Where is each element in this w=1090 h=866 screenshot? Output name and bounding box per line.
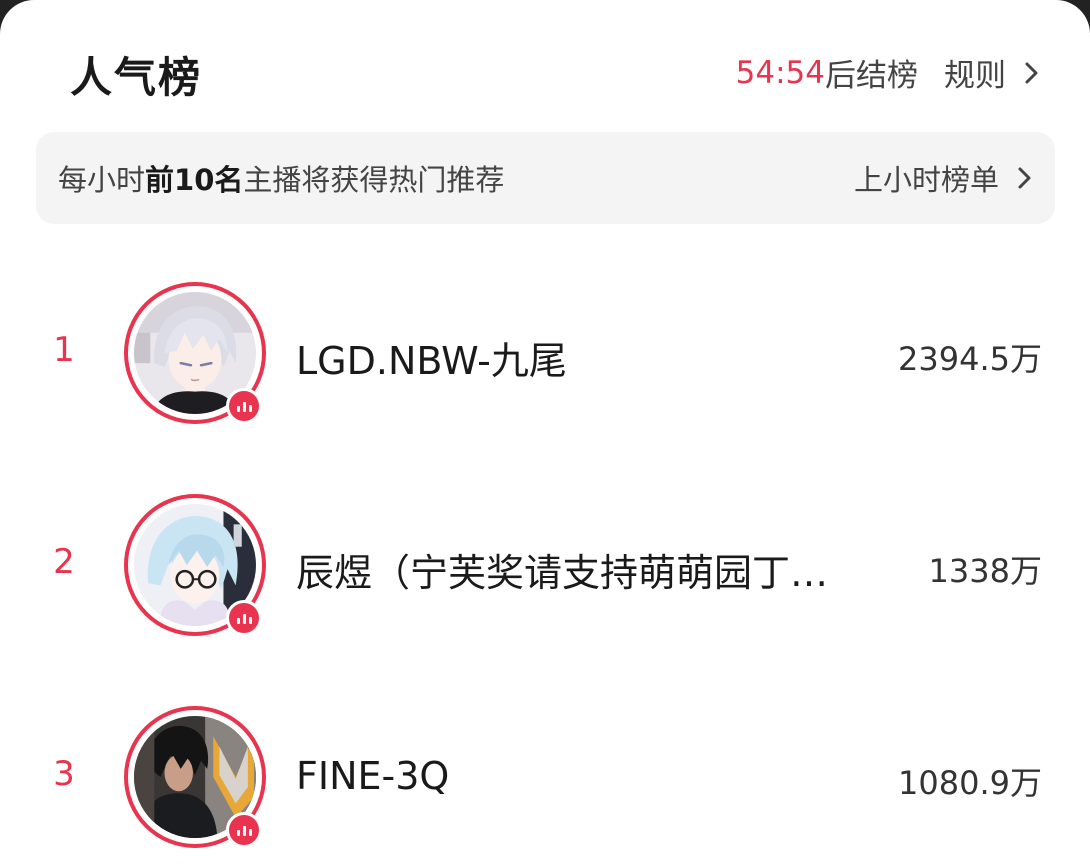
rank-number: 3 (53, 754, 75, 794)
live-icon (226, 388, 262, 424)
avatar-container[interactable] (124, 494, 266, 636)
popularity-score: 1338万 (928, 552, 1042, 590)
banner-text-prefix: 每小时 (58, 163, 146, 197)
rules-link[interactable]: 规则 (944, 50, 1044, 95)
header: 人气榜 54:54 后结榜 规则 (0, 0, 1090, 132)
streamer-name: FINE-3Q (296, 754, 450, 798)
rank-number: 2 (53, 542, 75, 582)
live-icon (226, 812, 262, 848)
banner-text: 每小时前10名主播将获得热门推荐 (58, 157, 504, 199)
banner-text-suffix: 主播将获得热门推荐 (243, 163, 505, 197)
rules-label: 规则 (944, 58, 1006, 94)
ranking-row[interactable]: 3 FINE-3Q 1080.9万 (0, 674, 1090, 864)
avatar-container[interactable] (124, 282, 266, 424)
last-hour-ranking-label: 上小时榜单 (853, 163, 999, 197)
popularity-ranking-sheet: 人气榜 54:54 后结榜 规则 每小时前10名主播将获得热门推荐 上小时榜单 … (0, 0, 1090, 866)
popularity-score: 1080.9万 (898, 764, 1042, 802)
live-icon (226, 600, 262, 636)
ranking-row[interactable]: 1 LGD.NBW-九尾 2394.5万 (0, 250, 1090, 440)
ranking-row[interactable]: 2 辰煜（宁芙奖请支持萌萌园丁… 1338万 (0, 462, 1090, 652)
top10-banner: 每小时前10名主播将获得热门推荐 上小时榜单 (36, 132, 1055, 224)
streamer-name: LGD.NBW-九尾 (296, 339, 567, 383)
countdown-timer: 54:54 (735, 54, 825, 91)
last-hour-ranking-link[interactable]: 上小时榜单 (854, 157, 1037, 199)
avatar-container[interactable] (124, 706, 266, 848)
streamer-name: 辰煜（宁芙奖请支持萌萌园丁… (296, 551, 829, 595)
header-right: 54:54 后结榜 规则 (736, 50, 1044, 95)
page-title: 人气榜 (70, 53, 203, 102)
chevron-right-icon (1018, 167, 1031, 189)
rank-number: 1 (53, 330, 75, 370)
chevron-right-icon (1025, 62, 1038, 83)
countdown-suffix: 后结榜 (825, 58, 918, 94)
banner-text-bold: 前10名 (145, 163, 244, 197)
popularity-score: 2394.5万 (898, 340, 1042, 378)
